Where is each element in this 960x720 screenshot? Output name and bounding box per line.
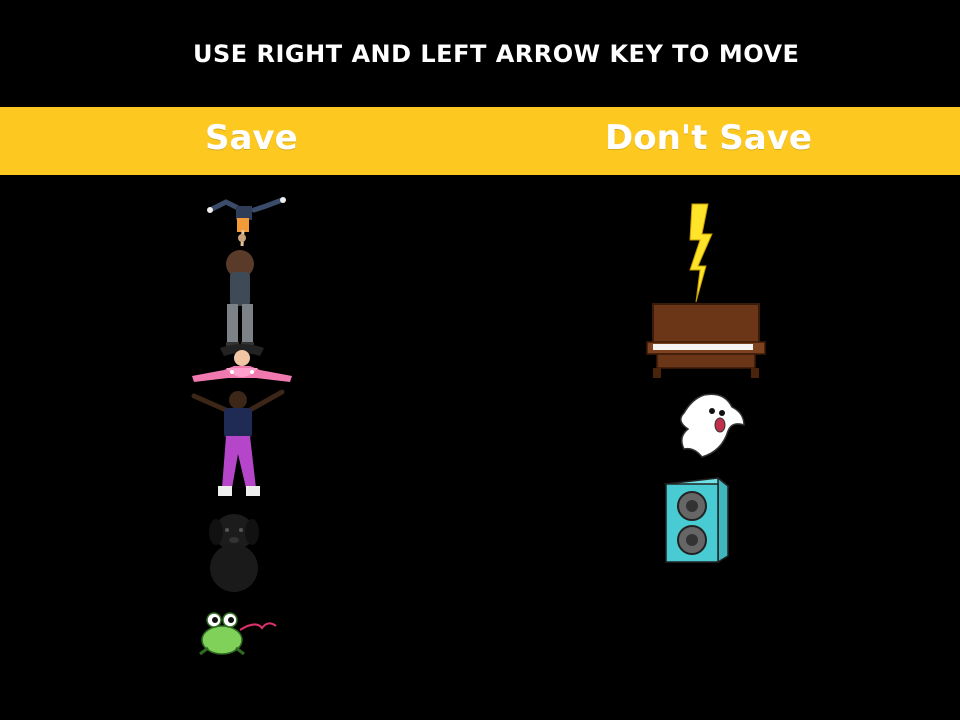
dont-save-column-label: Don't Save (605, 118, 812, 158)
instructions-text: USE RIGHT AND LEFT ARROW KEY TO MOVE (193, 40, 800, 68)
category-banner: Save Don't Save (0, 107, 960, 175)
dancing-man-sprite[interactable] (191, 388, 285, 504)
save-column-label: Save (205, 118, 298, 158)
handstand-kid-sprite[interactable] (206, 194, 286, 252)
speaker-sprite[interactable] (663, 476, 730, 564)
bending-woman-sprite[interactable] (218, 250, 262, 354)
upright-piano-sprite[interactable] (646, 303, 766, 380)
green-frog-sprite[interactable] (196, 608, 278, 660)
screaming-ghost-sprite[interactable] (674, 391, 748, 459)
lightning-bolt-sprite[interactable] (688, 203, 718, 303)
black-puppy-sprite[interactable] (202, 510, 268, 594)
ballerina-girl-sprite[interactable] (190, 342, 294, 390)
